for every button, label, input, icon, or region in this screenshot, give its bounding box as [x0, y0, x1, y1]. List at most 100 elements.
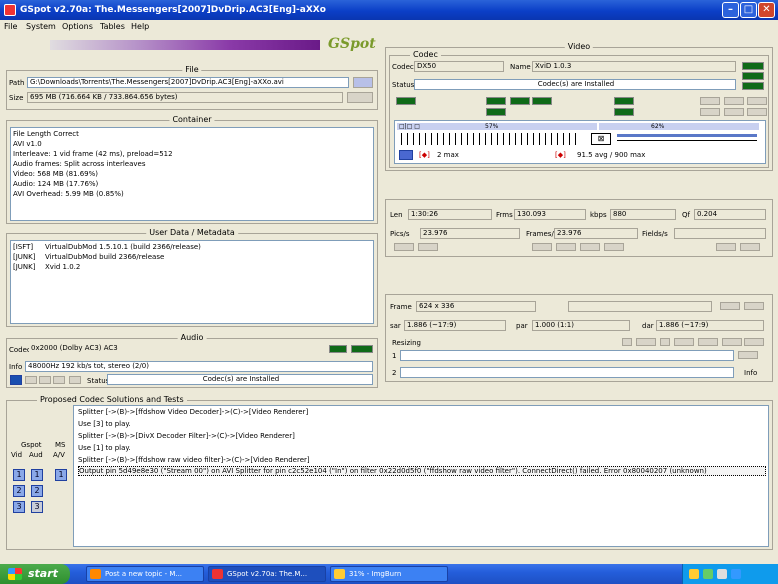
res-button[interactable]	[622, 338, 632, 346]
video-indicator	[396, 97, 416, 105]
taskbar-item-active[interactable]: GSpot v2.70a: The.M...	[208, 566, 326, 582]
path-field[interactable]: G:\Downloads\Torrents\The.Messengers[200…	[27, 77, 349, 88]
video-indicator	[486, 97, 506, 105]
audio-indicator	[351, 345, 373, 353]
frames-text: 2 max	[437, 151, 459, 159]
video-small-button[interactable]	[747, 108, 767, 116]
res-button[interactable]	[660, 338, 670, 346]
video-status-label: Status	[392, 81, 415, 89]
aud-solution-button[interactable]: 1	[31, 469, 43, 481]
aud-solution-button[interactable]: 2	[31, 485, 43, 497]
gradient-banner	[50, 40, 320, 50]
graph-icon[interactable]	[399, 150, 413, 160]
len-label: Len	[390, 211, 403, 219]
start-button[interactable]: start	[0, 564, 70, 584]
audio-small-button[interactable]	[69, 376, 81, 384]
log-line: Output pin 5d49e8e30 ("Stream 00") on AV…	[78, 466, 766, 476]
audio-codec-label: Codec	[9, 346, 31, 354]
close-button[interactable]: ✕	[758, 2, 775, 18]
video-small-button[interactable]	[724, 108, 744, 116]
video-indicator	[532, 97, 552, 105]
log-line: Splitter [->(B)->[ffdshow Video Decoder]…	[78, 408, 309, 416]
log-line: Use [1] to play.	[78, 444, 131, 452]
ms-solution-button[interactable]: 1	[55, 469, 67, 481]
kbps-label: kbps	[590, 211, 607, 219]
menu-options[interactable]: Options	[62, 22, 93, 31]
file-action-button[interactable]	[347, 92, 373, 103]
audio-legend: Audio	[177, 333, 207, 342]
resolution-group: Frame 624 x 336 sar 1.886 (~17:9) par 1.…	[385, 294, 773, 382]
audio-indicator	[329, 345, 347, 353]
audio-small-button[interactable]	[53, 376, 65, 384]
tray-icon[interactable]	[689, 569, 699, 579]
taskbar-item[interactable]: Post a new topic - M...	[86, 566, 204, 582]
res-button[interactable]	[674, 338, 694, 346]
res-button[interactable]	[720, 302, 740, 310]
container-group: Container File Length Correct AVI v1.0 I…	[6, 115, 378, 224]
audio-small-button[interactable]	[39, 376, 51, 384]
video-small-button[interactable]	[747, 97, 767, 105]
file-group: File Path G:\Downloads\Torrents\The.Mess…	[6, 65, 378, 110]
video-name-field: XviD 1.0.3	[532, 61, 736, 72]
vid-solution-button[interactable]: 3	[13, 501, 25, 513]
bitrate-bar-right	[599, 123, 759, 130]
video-codec-label: Codec	[392, 63, 414, 71]
len-field: 1:30:26	[408, 209, 492, 220]
video-indicator	[742, 72, 764, 80]
resize-row-2	[400, 367, 734, 378]
solutions-legend: Proposed Codec Solutions and Tests	[37, 395, 187, 404]
bitrate-icon: □|□ □	[399, 123, 420, 130]
timing-button[interactable]	[740, 243, 760, 251]
audio-info-field: 48000Hz 192 kb/s tot, stereo (2/0)	[25, 361, 373, 372]
video-small-button[interactable]	[700, 97, 720, 105]
log-line: Splitter [->(B)->[ffdshow raw video filt…	[78, 456, 310, 464]
res-button[interactable]	[738, 351, 758, 359]
menu-help[interactable]: Help	[131, 22, 149, 31]
minimize-button[interactable]: –	[722, 2, 739, 18]
browse-button[interactable]	[353, 77, 373, 88]
res-button[interactable]	[722, 338, 742, 346]
timing-button[interactable]	[394, 243, 414, 251]
start-label: start	[28, 567, 58, 580]
fields-field	[674, 228, 766, 239]
res-button[interactable]	[636, 338, 656, 346]
tray-icon[interactable]	[717, 569, 727, 579]
taskbar-item-label: Post a new topic - M...	[105, 570, 183, 578]
tray-icon[interactable]	[731, 569, 741, 579]
timing-button[interactable]	[716, 243, 736, 251]
container-line: Audio frames: Split across interleaves	[13, 160, 146, 168]
metadata-group: User Data / Metadata [ISFT] VirtualDubMo…	[6, 228, 378, 327]
aud-solution-button[interactable]: 3	[31, 501, 43, 513]
video-indicator	[486, 108, 506, 116]
timing-button[interactable]	[604, 243, 624, 251]
res-button[interactable]	[744, 338, 764, 346]
vid-solution-button[interactable]: 2	[13, 485, 25, 497]
title-bar[interactable]: GSpot v2.70a: The.Messengers[2007]DvDrip…	[0, 0, 778, 20]
gspot-window: GSpot v2.70a: The.Messengers[2007]DvDrip…	[0, 0, 778, 564]
solutions-log: Splitter [->(B)->[ffdshow Video Decoder]…	[73, 405, 769, 547]
video-small-button[interactable]	[700, 108, 720, 116]
taskbar-item-label: GSpot v2.70a: The.M...	[227, 570, 308, 578]
tray-icon[interactable]	[703, 569, 713, 579]
res-button[interactable]	[698, 338, 718, 346]
timing-button[interactable]	[556, 243, 576, 251]
frms-field: 130.093	[514, 209, 586, 220]
metadata-value: Xvid 1.0.2	[45, 263, 81, 271]
metadata-legend: User Data / Metadata	[146, 228, 238, 237]
video-small-button[interactable]	[724, 97, 744, 105]
video-group: Video Codec Codec DX50 Name XviD 1.0.3 S…	[385, 42, 773, 171]
res-button[interactable]	[744, 302, 764, 310]
menu-file[interactable]: File	[4, 22, 17, 31]
menu-system[interactable]: System	[26, 22, 56, 31]
taskbar-item[interactable]: 31% - ImgBurn	[330, 566, 448, 582]
resize-row-1	[400, 350, 734, 361]
maximize-button[interactable]: □	[740, 2, 757, 18]
timing-button[interactable]	[418, 243, 438, 251]
vid-solution-button[interactable]: 1	[13, 469, 25, 481]
vid-label: Vid	[11, 451, 23, 459]
menu-tables[interactable]: Tables	[100, 22, 125, 31]
timing-button[interactable]	[532, 243, 552, 251]
qf-field: 0.204	[694, 209, 766, 220]
timing-button[interactable]	[580, 243, 600, 251]
audio-small-button[interactable]	[25, 376, 37, 384]
